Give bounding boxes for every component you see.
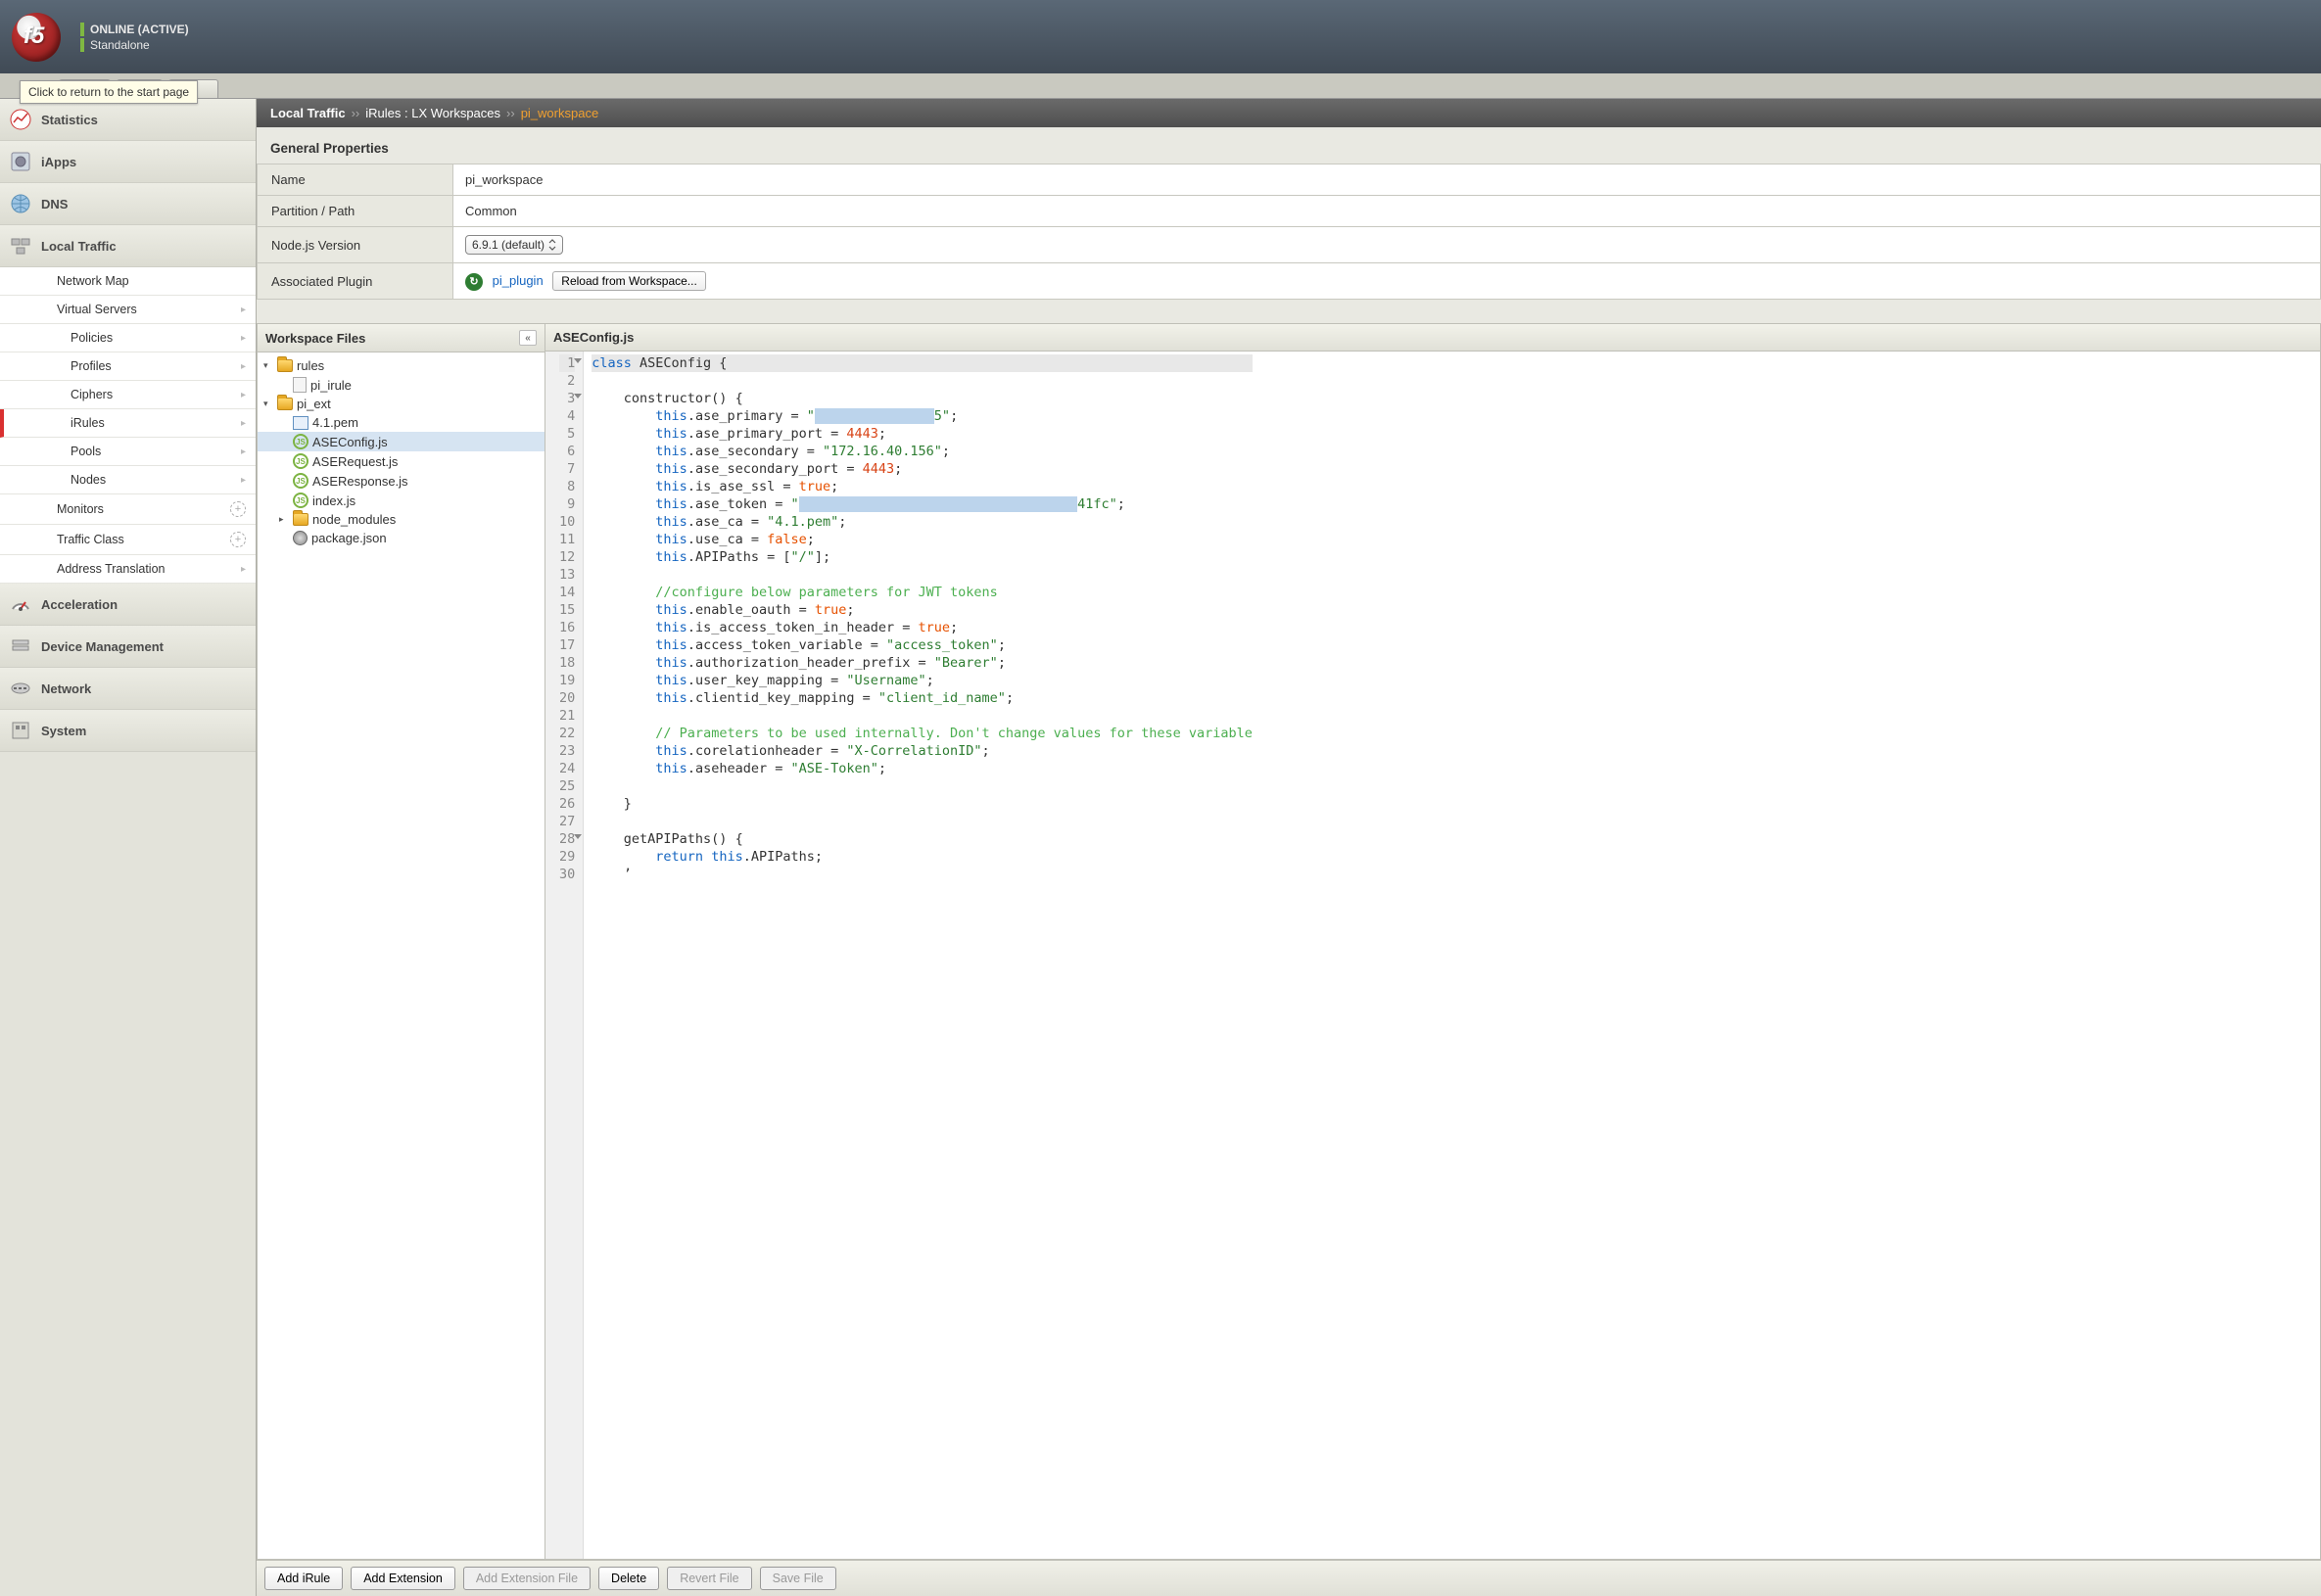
chevron-right-icon: ▸ — [241, 390, 246, 400]
code-editor[interactable]: 1234567891011121314151617181920212223242… — [545, 352, 2320, 1559]
workspace-files-title: Workspace Files — [265, 331, 365, 346]
dns-icon — [10, 193, 31, 214]
file-tree: ▾rulespi_irule▾pi_ext4.1.pemJSASEConfig.… — [258, 352, 545, 1559]
chevron-right-icon: ▸ — [241, 305, 246, 315]
tree-item-ASEConfig-js[interactable]: JSASEConfig.js — [258, 432, 545, 451]
crumb-lx-workspaces[interactable]: iRules : LX Workspaces — [365, 106, 500, 120]
sidebar-sub-monitors[interactable]: Monitors+ — [0, 494, 256, 525]
dev-icon — [10, 635, 31, 657]
workspace-files-panel: Workspace Files « ▾rulespi_irule▾pi_ext4… — [257, 323, 545, 1560]
sidebar-sub-policies[interactable]: Policies▸ — [0, 324, 256, 352]
general-properties-title: General Properties — [257, 127, 2321, 164]
tree-item-node_modules[interactable]: ▸node_modules — [258, 510, 545, 529]
sidebar-sub-irules[interactable]: iRules▸ — [0, 409, 256, 438]
sidebar-item-iapps[interactable]: iApps — [0, 141, 256, 183]
plus-icon[interactable]: + — [230, 501, 246, 517]
delete-button[interactable]: Delete — [598, 1567, 659, 1590]
properties-table: Name pi_workspace Partition / Path Commo… — [257, 164, 2321, 300]
folder-icon — [277, 398, 293, 410]
sidebar-item-local-traffic[interactable]: Local Traffic — [0, 225, 256, 267]
tree-item-pi_ext[interactable]: ▾pi_ext — [258, 395, 545, 413]
f5-logo[interactable] — [12, 13, 61, 62]
prop-name-value: pi_workspace — [453, 164, 2321, 196]
sidebar-sub-nodes[interactable]: Nodes▸ — [0, 466, 256, 494]
tree-item-ASEResponse-js[interactable]: JSASEResponse.js — [258, 471, 545, 491]
node-version-select[interactable]: 6.9.1 (default) — [465, 235, 563, 255]
prop-partition-label: Partition / Path — [258, 196, 453, 227]
sidebar-sub-pools[interactable]: Pools▸ — [0, 438, 256, 466]
bottom-toolbar: Add iRule Add Extension Add Extension Fi… — [257, 1560, 2321, 1596]
tabs-row — [0, 73, 2321, 99]
add-extension-button[interactable]: Add Extension — [351, 1567, 455, 1590]
save-file-button[interactable]: Save File — [760, 1567, 836, 1590]
revert-file-button[interactable]: Revert File — [667, 1567, 751, 1590]
sidebar-sub-network-map[interactable]: Network Map — [0, 267, 256, 296]
tree-item-package-json[interactable]: package.json — [258, 529, 545, 547]
chevron-right-icon: ▸ — [241, 361, 246, 372]
tree-item-ASERequest-js[interactable]: JSASERequest.js — [258, 451, 545, 471]
sidebar-sub-virtual-servers[interactable]: Virtual Servers▸ — [0, 296, 256, 324]
tree-item-index-js[interactable]: JSindex.js — [258, 491, 545, 510]
sidebar-sub-traffic-class[interactable]: Traffic Class+ — [0, 525, 256, 555]
sidebar-sub-ciphers[interactable]: Ciphers▸ — [0, 381, 256, 409]
plugin-link[interactable]: pi_plugin — [493, 273, 544, 288]
chevron-right-icon: ▸ — [241, 475, 246, 486]
chevron-right-icon: ▸ — [241, 446, 246, 457]
lt-icon — [10, 235, 31, 257]
tree-item-rules[interactable]: ▾rules — [258, 356, 545, 375]
js-icon: JS — [293, 493, 308, 508]
prop-partition-value: Common — [453, 196, 2321, 227]
updown-icon — [548, 239, 556, 251]
add-extension-file-button[interactable]: Add Extension File — [463, 1567, 591, 1590]
chevron-right-icon: ▸ — [241, 333, 246, 344]
sidebar-item-statistics[interactable]: Statistics — [0, 99, 256, 141]
sidebar-item-device-management[interactable]: Device Management — [0, 626, 256, 668]
prop-plugin-label: Associated Plugin — [258, 263, 453, 300]
net-icon — [10, 678, 31, 699]
prop-plugin-value: ↻ pi_plugin Reload from Workspace... — [453, 263, 2321, 300]
status-block: ONLINE (ACTIVE) Standalone — [80, 21, 189, 54]
plugin-icon: ↻ — [465, 273, 483, 291]
accel-icon — [10, 593, 31, 615]
js-icon: JS — [293, 473, 308, 489]
sidebar-item-dns[interactable]: DNS — [0, 183, 256, 225]
sidebar-sub-profiles[interactable]: Profiles▸ — [0, 352, 256, 381]
prop-name-label: Name — [258, 164, 453, 196]
main-content: Local Traffic ›› iRules : LX Workspaces … — [257, 99, 2321, 1596]
crumb-local-traffic[interactable]: Local Traffic — [270, 106, 346, 120]
sidebar: StatisticsiAppsDNSLocal TrafficNetwork M… — [0, 99, 257, 1596]
sidebar-item-network[interactable]: Network — [0, 668, 256, 710]
sidebar-sub-address-translation[interactable]: Address Translation▸ — [0, 555, 256, 584]
folder-icon — [277, 359, 293, 372]
add-irule-button[interactable]: Add iRule — [264, 1567, 343, 1590]
collapse-icon[interactable]: « — [519, 330, 537, 346]
irule-icon — [293, 377, 307, 393]
breadcrumb: Local Traffic ›› iRules : LX Workspaces … — [257, 99, 2321, 127]
chevron-right-icon: ▸ — [241, 564, 246, 575]
prop-nodever-label: Node.js Version — [258, 227, 453, 263]
sidebar-item-acceleration[interactable]: Acceleration — [0, 584, 256, 626]
reload-button[interactable]: Reload from Workspace... — [552, 271, 706, 291]
start-page-tooltip: Click to return to the start page — [20, 80, 198, 104]
editor-filename: ASEConfig.js — [553, 330, 634, 345]
stats-icon — [10, 109, 31, 130]
editor-pane: ASEConfig.js 123456789101112131415161718… — [545, 323, 2321, 1560]
plus-icon[interactable]: + — [230, 532, 246, 547]
js-icon: JS — [293, 434, 308, 449]
tree-item-4-1-pem[interactable]: 4.1.pem — [258, 413, 545, 432]
tree-item-pi_irule[interactable]: pi_irule — [258, 375, 545, 395]
sys-icon — [10, 720, 31, 741]
cert-icon — [293, 416, 308, 430]
prop-nodever-value: 6.9.1 (default) — [453, 227, 2321, 263]
iapps-icon — [10, 151, 31, 172]
top-banner: ONLINE (ACTIVE) Standalone — [0, 0, 2321, 73]
gear-icon — [293, 531, 308, 545]
chevron-right-icon: ▸ — [241, 418, 246, 429]
sidebar-item-system[interactable]: System — [0, 710, 256, 752]
js-icon: JS — [293, 453, 308, 469]
folder-icon — [293, 513, 308, 526]
crumb-current: pi_workspace — [521, 106, 599, 120]
